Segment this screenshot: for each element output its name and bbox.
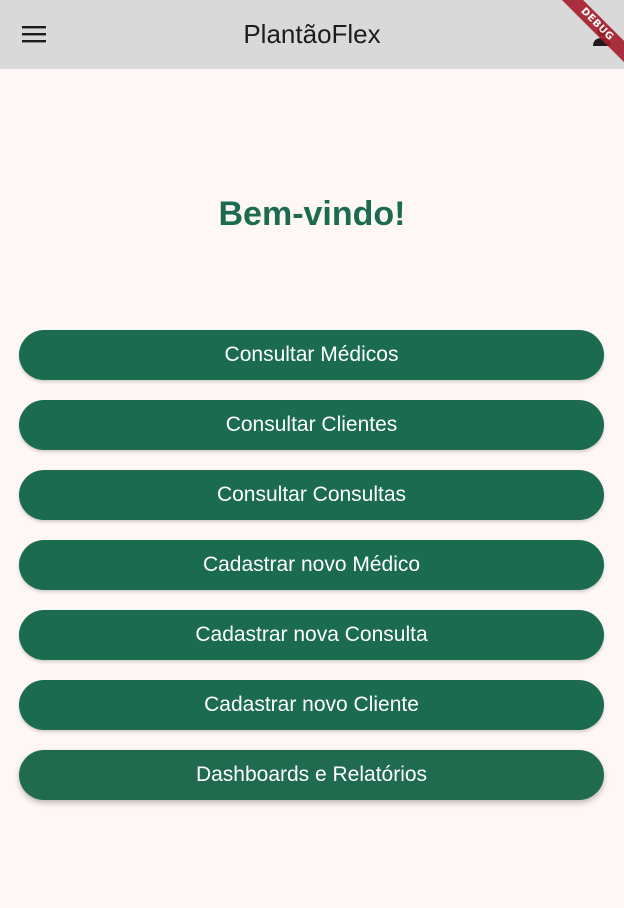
hamburger-menu-icon [22,26,46,43]
cadastrar-consulta-button[interactable]: Cadastrar nova Consulta [19,610,604,660]
main-menu: Consultar Médicos Consultar Clientes Con… [19,330,604,820]
consultar-consultas-button[interactable]: Consultar Consultas [19,470,604,520]
cadastrar-medico-button[interactable]: Cadastrar novo Médico [19,540,604,590]
app-title: PlantãoFlex [243,19,381,49]
account-button[interactable] [576,10,624,58]
cadastrar-cliente-button[interactable]: Cadastrar novo Cliente [19,680,604,730]
app-bar: PlantãoFlex [0,0,624,69]
consultar-medicos-button[interactable]: Consultar Médicos [19,330,604,380]
person-icon [593,27,611,46]
consultar-clientes-button[interactable]: Consultar Clientes [19,400,604,450]
dashboards-relatorios-button[interactable]: Dashboards e Relatórios [19,750,604,800]
welcome-heading: Bem-vindo! [218,195,406,233]
menu-button[interactable] [10,10,58,58]
